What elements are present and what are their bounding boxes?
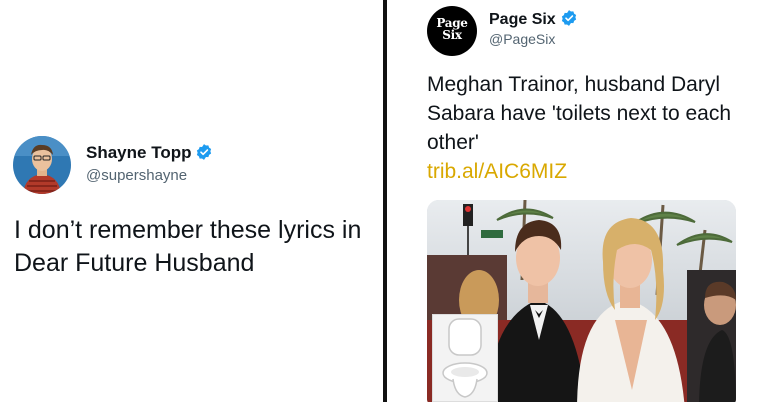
tweet-body: Meghan Trainor, husband Daryl Sabara hav… [427, 73, 732, 154]
display-name[interactable]: Shayne Topp [86, 143, 213, 163]
handle[interactable]: @supershayne [86, 167, 187, 184]
right-tweet-panel: Page Six Page Six @PageSix Meghan Traino… [387, 0, 768, 402]
handle[interactable]: @PageSix [489, 31, 555, 47]
toilet-icon [433, 315, 497, 401]
toilet-inset [432, 314, 498, 402]
verified-badge-icon [197, 144, 212, 160]
tweet-media-photo[interactable] [427, 200, 736, 402]
shayne-avatar[interactable] [13, 136, 71, 194]
page-six-avatar[interactable]: Page Six [427, 6, 477, 56]
tweet-link[interactable]: trib.al/AIC6MIZ [427, 160, 567, 183]
page-six-logo: Page Six [427, 17, 477, 41]
left-tweet-panel: Shayne Topp @supershayne I don’t remembe… [0, 0, 383, 402]
display-name-text: Page Six [489, 11, 556, 28]
verified-badge-icon [561, 10, 576, 26]
logo-line-2: Six [442, 28, 462, 42]
tweet-text: Meghan Trainor, husband Daryl Sabara hav… [427, 70, 757, 186]
display-name-text: Shayne Topp [86, 143, 192, 162]
tweet-text: I don’t remember these lyrics in Dear Fu… [14, 216, 362, 277]
display-name[interactable]: Page Six [489, 9, 578, 29]
